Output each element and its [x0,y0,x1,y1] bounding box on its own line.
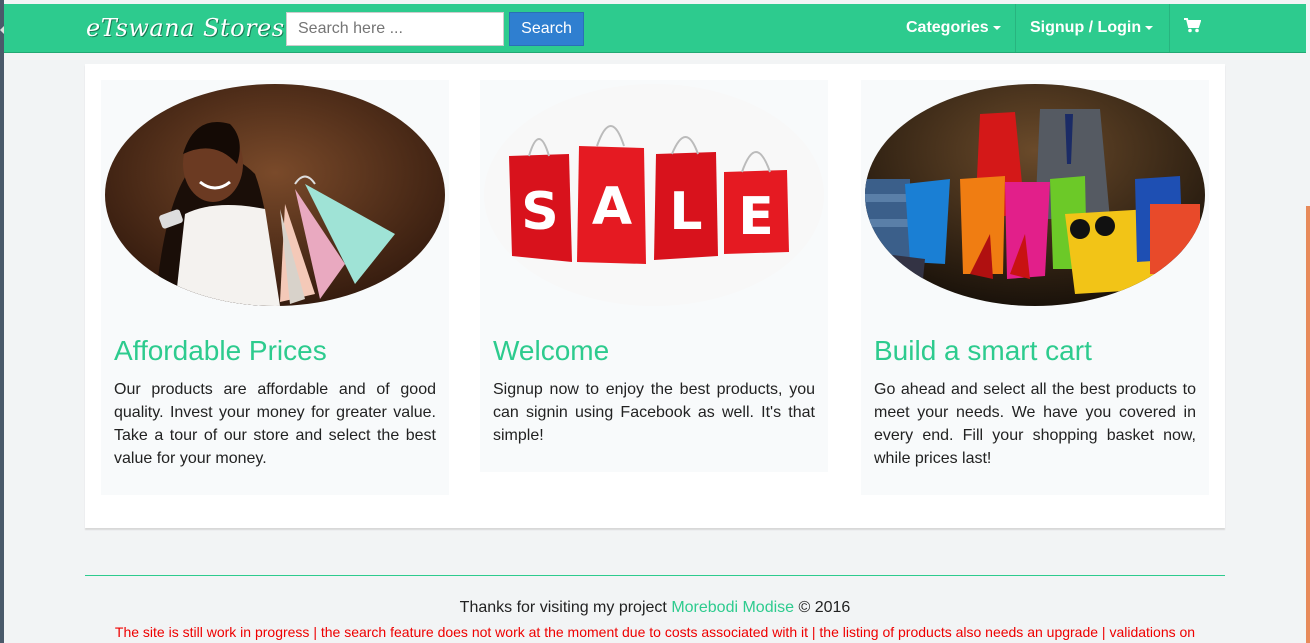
search-button[interactable]: Search [509,12,584,46]
card-title: Welcome [493,335,610,366]
caret-down-icon [1145,25,1154,30]
fashion-products-image [865,84,1205,306]
signup-login-label: Signup / Login [1030,19,1142,36]
footer-divider [85,575,1225,576]
window-edge [0,0,4,643]
brand-logo[interactable]: eTswana Stores [86,14,285,42]
sale-letter: L [669,182,702,242]
card-text: Go ahead and select all the best product… [874,381,1196,467]
feature-card-affordable: Affordable Prices Our products are affor… [101,80,449,495]
footer-thanks: Thanks for visiting my project [459,599,667,616]
feature-card-welcome: S A L E Welcome Signup now to enjoy the … [480,80,828,472]
card-text: Our products are affordable and of good … [114,381,436,467]
features-panel: Affordable Prices Our products are affor… [85,64,1225,528]
cart-button[interactable]: 0 [1170,4,1230,84]
card-text: Signup now to enjoy the best products, y… [493,381,815,444]
caret-down-icon [992,25,1001,30]
signup-login-menu[interactable]: Signup / Login [1015,4,1170,52]
feature-card-smart-cart: Build a smart cart Go ahead and select a… [861,80,1209,495]
sale-letter: A [592,177,632,237]
author-link[interactable]: Morebodi Modise [671,599,794,616]
sale-bags-image: S A L E [484,84,824,306]
categories-menu[interactable]: Categories [892,4,1015,52]
fashion-products-illustration [865,84,1205,306]
footer-credit: Thanks for visiting my project Morebodi … [0,599,1310,617]
card-title: Affordable Prices [114,335,327,366]
sale-letter: S [521,182,558,242]
sale-letter: E [738,187,774,247]
search-input[interactable] [286,12,504,46]
shopping-woman-illustration [105,84,445,306]
categories-label: Categories [906,19,989,36]
footer-notice: The site is still work in progress | the… [114,624,1196,640]
shopping-woman-image [105,84,445,306]
cart-icon [1184,18,1202,33]
navbar: eTswana Stores Search Categories Signup … [4,4,1306,84]
scrollbar-accent [1306,206,1310,643]
card-title: Build a smart cart [874,335,1092,366]
footer-year: © 2016 [798,599,851,616]
sale-bags-illustration: S A L E [484,84,824,306]
